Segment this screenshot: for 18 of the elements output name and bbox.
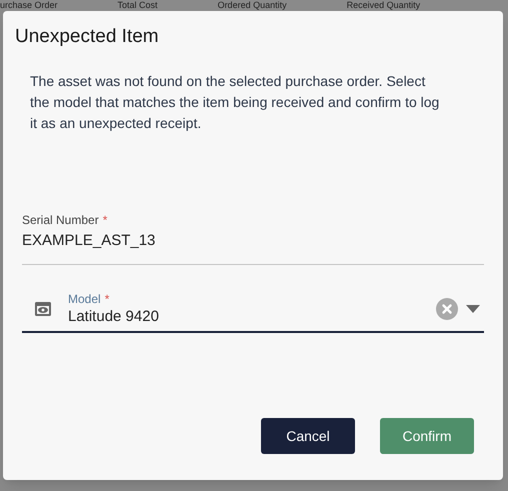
field-value: Latitude 9420: [68, 307, 160, 327]
eye-icon: [34, 300, 52, 318]
column-header: Received Quantity: [346, 0, 420, 11]
field-label: Serial Number: [22, 212, 99, 228]
field-label: Model: [68, 291, 101, 307]
required-mark: *: [104, 291, 110, 307]
field-value: EXAMPLE_AST_13: [22, 231, 156, 251]
dialog-message: The asset was not found on the selected purchase order. Select the model that matches the item being received and confirm to log it as an unexpected receipt.: [29, 72, 440, 133]
model-select[interactable]: Model * Latitude 9420: [22, 291, 484, 333]
cancel-button[interactable]: Cancel: [261, 418, 355, 454]
column-header: Ordered Quantity: [218, 0, 287, 11]
required-mark: *: [102, 212, 108, 228]
caret-icon[interactable]: [466, 305, 480, 313]
confirm-button[interactable]: Confirm: [380, 418, 474, 454]
column-header: urchase Order: [0, 0, 58, 11]
serial-number-field[interactable]: Serial Number * EXAMPLE_AST_13: [22, 212, 484, 265]
column-header: Total Cost: [118, 0, 158, 11]
dialog-title: Unexpected Item: [14, 25, 160, 49]
